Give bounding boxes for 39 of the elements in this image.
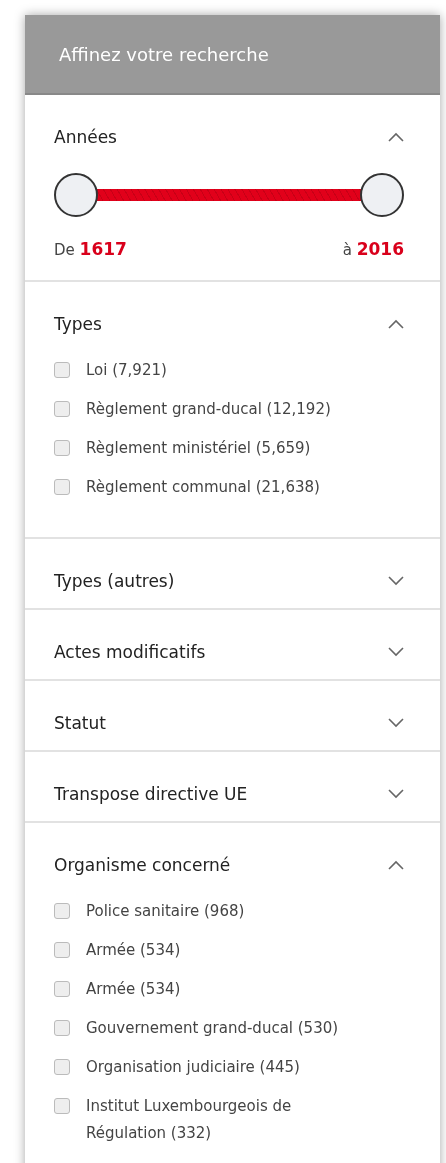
checkbox[interactable] [54,903,70,919]
chevron-down-icon[interactable] [388,647,404,657]
section-title[interactable]: Transpose directive UE [54,782,248,806]
filter-option-label[interactable]: Règlement grand-ducal (12,192) [86,390,331,423]
chevron-down-icon[interactable] [388,718,404,728]
filter-option-label[interactable]: Loi (7,921) [86,351,167,384]
filter-option-label[interactable]: Armée (534) [86,970,181,1003]
section-title[interactable]: Années [54,125,117,149]
chevron-up-icon[interactable] [388,860,404,870]
checkbox[interactable] [54,981,70,997]
filter-option-label[interactable]: Gouvernement grand-ducal (530) [86,1009,339,1042]
slider-handle[interactable] [54,173,98,217]
slider-handle[interactable] [360,173,404,217]
section-title[interactable]: Statut [54,711,106,735]
filter-option-label[interactable]: Règlement ministériel (5,659) [86,429,311,462]
section-title[interactable]: Actes modificatifs [54,640,206,664]
section-title[interactable]: Types (autres) [54,569,175,593]
section-title[interactable]: Types [54,312,102,336]
checkbox[interactable] [54,479,70,495]
section-title[interactable]: Organisme concerné [54,853,231,877]
checkbox[interactable] [54,1020,70,1036]
checkbox[interactable] [54,401,70,417]
filter-option-label[interactable]: Armée (534) [86,931,181,964]
checkbox[interactable] [54,942,70,958]
chevron-up-icon[interactable] [388,319,404,329]
filter-option-label[interactable]: Organisation judiciaire (445) [86,1048,300,1081]
checkbox[interactable] [54,1098,70,1114]
filter-option-label[interactable]: Règlement communal (21,638) [86,468,320,501]
checkbox[interactable] [54,362,70,378]
panel-title: Affinez votre recherche [25,15,440,95]
checkbox[interactable] [54,440,70,456]
chevron-down-icon[interactable] [388,789,404,799]
range-start-label: De 1617 [54,239,127,260]
checkbox[interactable] [54,1059,70,1075]
chevron-down-icon[interactable] [388,576,404,586]
range-end-label: à 2016 [342,239,404,260]
filter-option-label[interactable]: Police sanitaire (968) [86,892,245,925]
chevron-up-icon[interactable] [388,132,404,142]
filter-option-label[interactable]: Institut Luxembourgeois de Régulation (332) [86,1087,376,1147]
